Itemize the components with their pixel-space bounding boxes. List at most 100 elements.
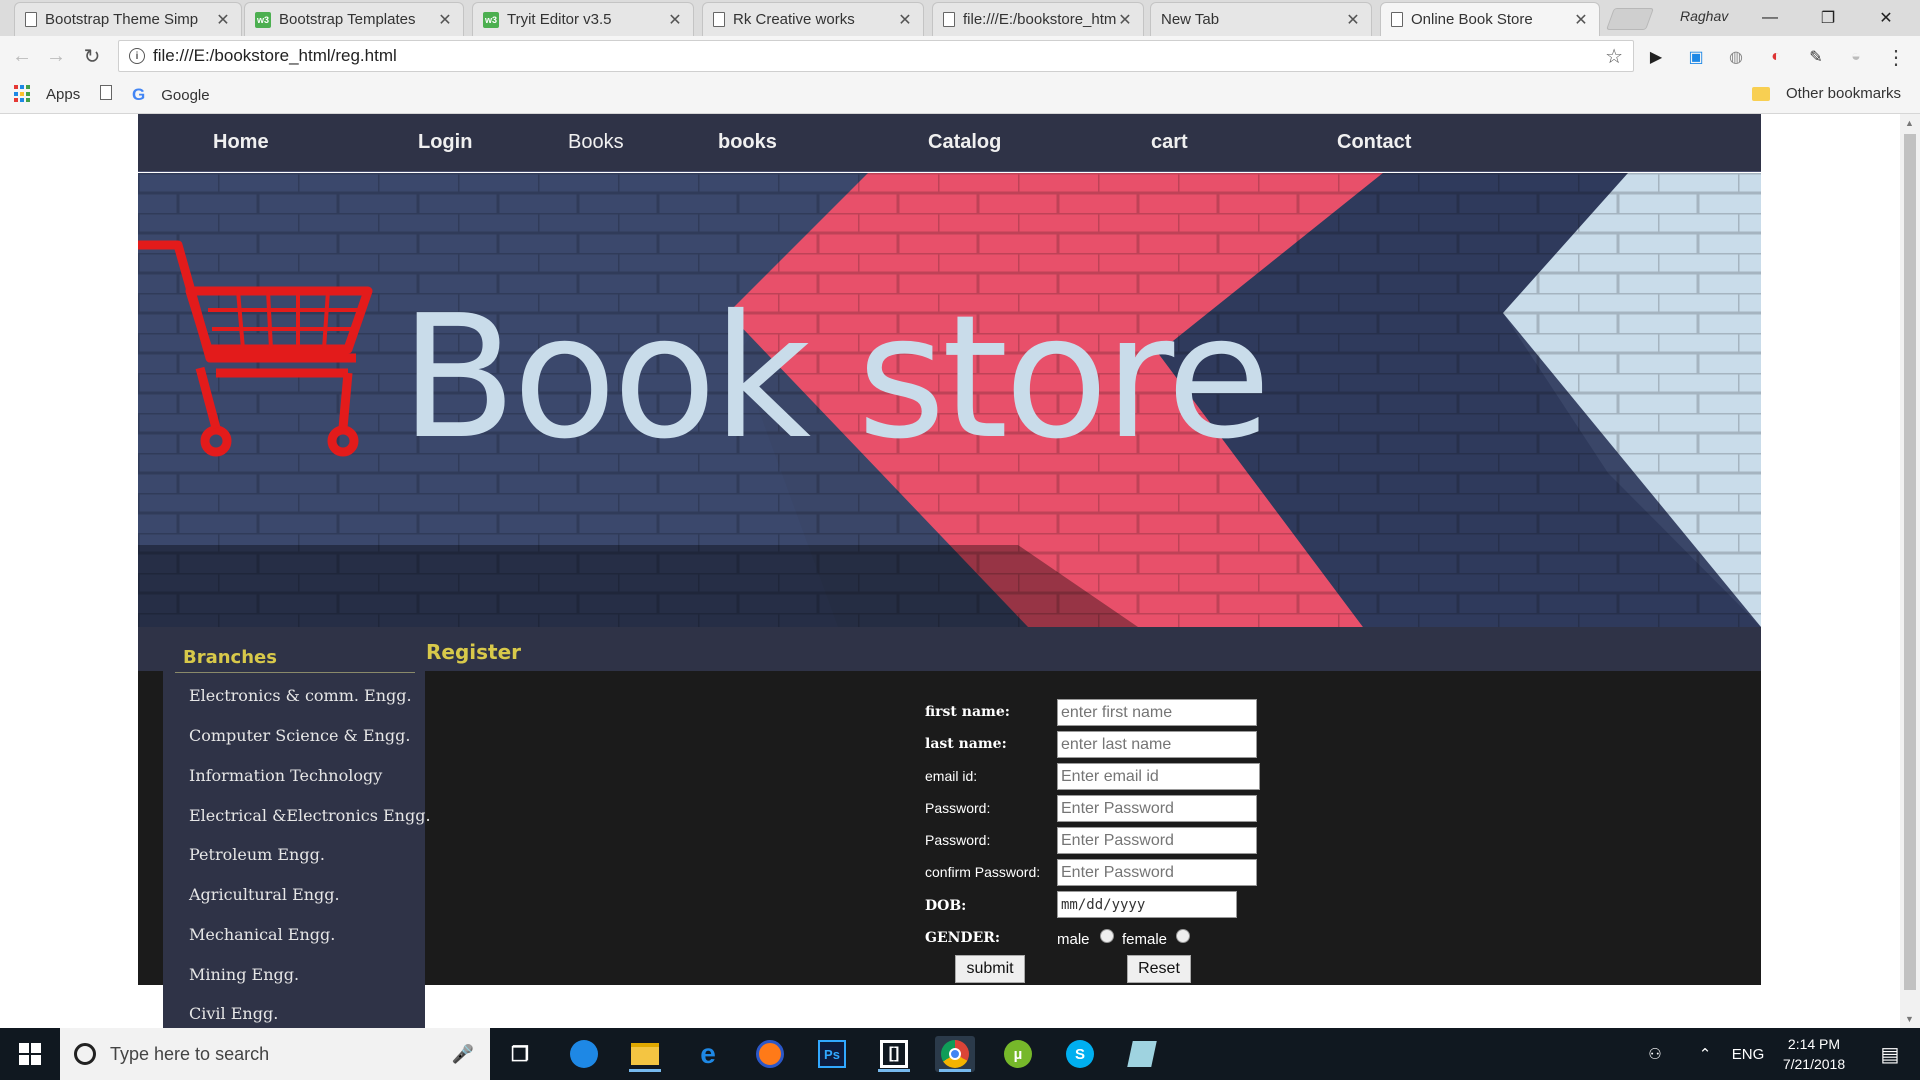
globe-extension-icon[interactable]: ◍ [1725, 46, 1747, 68]
close-icon[interactable]: ✕ [1117, 10, 1133, 30]
bookmark-google-label: Google [161, 86, 210, 104]
last-name-field[interactable] [1057, 731, 1257, 758]
people-icon[interactable]: ⚇ [1640, 1028, 1670, 1080]
nav-home[interactable]: Home [213, 131, 269, 154]
menu-dots-icon[interactable]: ⋮ [1885, 46, 1907, 69]
gender-label: GENDER: [925, 930, 1001, 946]
email-field[interactable] [1057, 763, 1260, 790]
sync-app-icon[interactable] [564, 1036, 604, 1072]
scroll-up-arrow-icon[interactable]: ▲ [1905, 118, 1914, 128]
tab-online-book-store[interactable]: Online Book Store ✕ [1380, 2, 1600, 36]
branch-link[interactable]: Information Technology [189, 766, 382, 785]
nav-books[interactable]: Books [568, 131, 624, 154]
back-arrow-icon[interactable]: ← [10, 44, 34, 68]
google-icon: G [132, 85, 146, 104]
red-extension-icon[interactable]: ◐ [1765, 46, 1787, 68]
bookmark-google[interactable]: G Google [132, 85, 210, 105]
window-close-icon[interactable]: ✕ [1864, 4, 1908, 32]
close-icon[interactable]: ✕ [437, 10, 453, 30]
scroll-thumb[interactable] [1904, 134, 1916, 990]
start-button[interactable] [0, 1028, 60, 1080]
gender-male-radio[interactable] [1100, 929, 1114, 943]
bracket-app-icon[interactable]: [] [874, 1036, 914, 1072]
password-field-2[interactable] [1057, 827, 1257, 854]
close-icon[interactable]: ✕ [897, 10, 913, 30]
branch-link[interactable]: Civil Engg. [189, 1004, 278, 1023]
reload-icon[interactable]: ↻ [80, 44, 104, 68]
edge-icon[interactable]: e [688, 1036, 728, 1072]
bookmarks-bar: Apps G Google Other bookmarks [0, 76, 1920, 114]
submit-button[interactable]: submit [955, 955, 1025, 983]
dob-field[interactable]: mm/dd/yyyy [1057, 891, 1237, 918]
ghost-extension-icon[interactable]: ◒ [1845, 46, 1867, 68]
nav-books-lower[interactable]: books [718, 131, 777, 154]
action-center-icon[interactable]: ▤ [1870, 1028, 1910, 1080]
branch-link[interactable]: Mechanical Engg. [189, 925, 335, 944]
profile-name[interactable]: Raghav [1680, 8, 1728, 24]
taskbar-search[interactable]: Type here to search 🎤 [60, 1028, 490, 1080]
branches-sidebar: Branches Electronics & comm. Engg. Compu… [163, 627, 431, 1028]
tab-new-tab[interactable]: New Tab ✕ [1150, 2, 1372, 36]
nav-cart[interactable]: cart [1151, 131, 1188, 154]
notes-app-icon[interactable] [1122, 1036, 1162, 1072]
sidebar-heading: Branches [183, 647, 277, 668]
password-label-2: Password: [925, 832, 991, 848]
branch-link[interactable]: Agricultural Engg. [189, 885, 340, 904]
cast-extension-icon[interactable]: ▶ [1645, 46, 1667, 68]
branch-link[interactable]: Electronics & comm. Engg. [189, 686, 412, 705]
forward-arrow-icon[interactable]: → [44, 44, 68, 68]
reset-button[interactable]: Reset [1127, 955, 1191, 983]
url-text[interactable]: file:///E:/bookstore_html/reg.html [153, 46, 1605, 66]
skype-icon[interactable]: S [1060, 1036, 1100, 1072]
taskbar-clock[interactable]: 2:14 PM 7/21/2018 [1764, 1034, 1864, 1074]
branch-link[interactable]: Petroleum Engg. [189, 845, 325, 864]
bookmark-page[interactable] [100, 85, 132, 100]
pen-extension-icon[interactable]: ✎ [1805, 46, 1827, 68]
tab-tryit-editor[interactable]: w3 Tryit Editor v3.5 ✕ [472, 2, 694, 36]
tab-rk-creative[interactable]: Rk Creative works ✕ [702, 2, 924, 36]
close-icon[interactable]: ✕ [667, 10, 683, 30]
nav-contact[interactable]: Contact [1337, 131, 1411, 154]
task-view-icon[interactable]: ❐ [500, 1036, 540, 1072]
gender-female-label: female [1122, 931, 1168, 948]
new-tab-button[interactable] [1605, 8, 1655, 30]
dob-label: DOB: [925, 898, 967, 914]
bookmark-other[interactable]: Other bookmarks [1752, 85, 1901, 102]
bookmark-apps[interactable]: Apps [14, 85, 80, 103]
file-explorer-icon[interactable] [625, 1036, 665, 1072]
confirm-password-field[interactable] [1057, 859, 1257, 886]
screen-capture-extension-icon[interactable]: ▣ [1685, 46, 1707, 68]
first-name-field[interactable] [1057, 699, 1257, 726]
password-field[interactable] [1057, 795, 1257, 822]
tab-bootstrap-theme[interactable]: Bootstrap Theme Simp ✕ [14, 2, 242, 36]
restore-icon[interactable]: ❐ [1806, 4, 1850, 32]
close-icon[interactable]: ✕ [1573, 10, 1589, 30]
close-icon[interactable]: ✕ [1345, 10, 1361, 30]
gender-male-label: male [1057, 931, 1090, 948]
minimize-icon[interactable]: — [1748, 4, 1792, 32]
tab-bookstore-file[interactable]: file:///E:/bookstore_htm ✕ [932, 2, 1144, 36]
bookmark-star-icon[interactable]: ☆ [1605, 44, 1623, 69]
taskbar-search-placeholder: Type here to search [110, 1043, 270, 1064]
page-scrollbar[interactable]: ▲ ▼ [1900, 114, 1920, 1028]
tab-bootstrap-templates[interactable]: w3 Bootstrap Templates ✕ [244, 2, 464, 36]
close-icon[interactable]: ✕ [215, 10, 231, 30]
chrome-icon[interactable] [935, 1036, 975, 1072]
utorrent-icon[interactable]: µ [998, 1036, 1038, 1072]
info-icon[interactable]: i [129, 48, 145, 64]
microphone-icon[interactable]: 🎤 [452, 1044, 474, 1065]
gender-female-radio[interactable] [1176, 929, 1190, 943]
branch-link[interactable]: Mining Engg. [189, 965, 299, 984]
last-name-label: last name: [925, 736, 1007, 752]
address-bar[interactable]: i file:///E:/bookstore_html/reg.html ☆ [118, 40, 1634, 72]
windows-taskbar: Type here to search 🎤 ❐ e Ps [] µ S ⚇ ⌃ … [0, 1028, 1920, 1080]
language-indicator[interactable]: ENG [1728, 1028, 1768, 1080]
branch-link[interactable]: Electrical &Electronics Engg. [189, 806, 431, 825]
scroll-down-arrow-icon[interactable]: ▼ [1905, 1014, 1914, 1024]
firefox-icon[interactable] [750, 1036, 790, 1072]
nav-login[interactable]: Login [418, 131, 472, 154]
nav-catalog[interactable]: Catalog [928, 131, 1001, 154]
branch-link[interactable]: Computer Science & Engg. [189, 726, 410, 745]
photoshop-icon[interactable]: Ps [812, 1036, 852, 1072]
tray-chevron-up-icon[interactable]: ⌃ [1690, 1028, 1720, 1080]
